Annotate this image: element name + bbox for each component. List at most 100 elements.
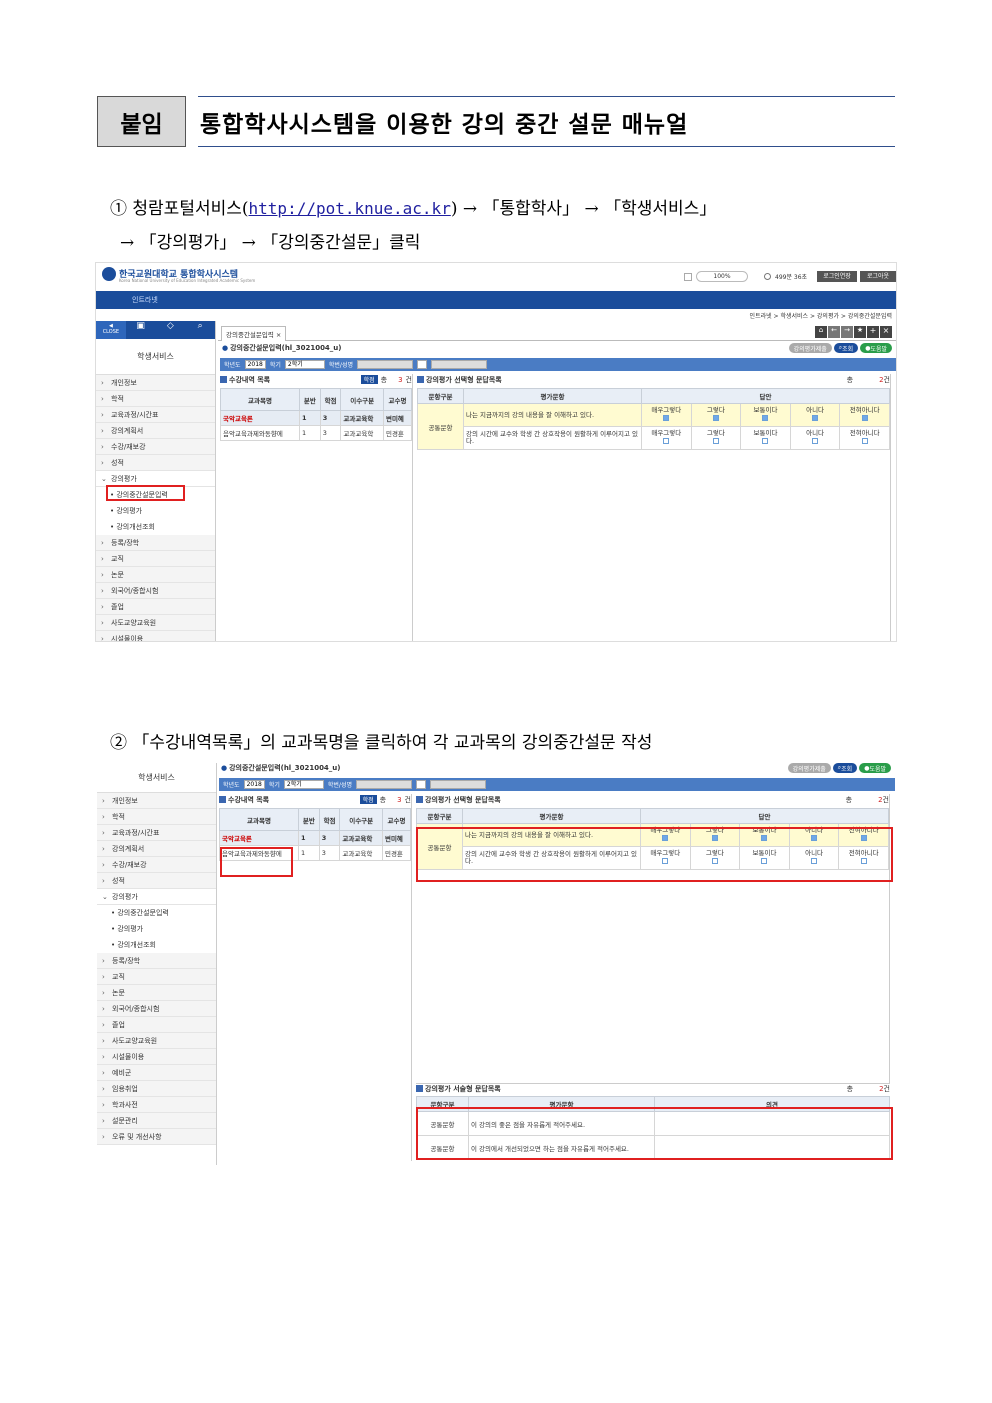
- extend-login-button[interactable]: 로그인연장: [817, 271, 857, 282]
- menu-item-0[interactable]: › 개인정보: [96, 375, 215, 391]
- menu-item-eval-2[interactable]: ⌄ 강의평가: [97, 889, 216, 905]
- menu-item-b-4[interactable]: › 졸업: [96, 599, 215, 615]
- menu-item-b-3[interactable]: › 외국어/종합시험: [96, 583, 215, 599]
- menu2-item-2[interactable]: › 교육과정/시간표: [97, 825, 216, 841]
- tab-midterm-survey[interactable]: 강의중간설문입력 ×: [221, 326, 287, 341]
- checkbox[interactable]: [663, 415, 670, 421]
- table-row[interactable]: 국악교육론 1 3 교과교육학 변미혜: [219, 410, 413, 426]
- checkbox[interactable]: [663, 438, 670, 444]
- course-cell[interactable]: 국악교육론: [218, 830, 300, 846]
- checkbox[interactable]: [861, 415, 868, 421]
- submenu-item-1[interactable]: • 강의평가: [96, 503, 215, 519]
- menu2-item-c-1[interactable]: › 임용취업: [97, 1081, 216, 1097]
- search-button[interactable]: ⌕ 조회: [833, 343, 859, 353]
- year-select[interactable]: 2018: [243, 780, 265, 789]
- menu2-item-b-2[interactable]: › 논문: [97, 985, 216, 1001]
- help-button[interactable]: ● 도움말: [860, 343, 892, 353]
- answer-option[interactable]: 그렇다: [690, 426, 742, 450]
- submenu-item-2[interactable]: • 강의개선조회: [96, 519, 215, 535]
- menu-item-b-2[interactable]: › 논문: [96, 567, 215, 583]
- checkbox[interactable]: [712, 415, 719, 421]
- student-name-input[interactable]: [431, 360, 487, 369]
- plus-icon[interactable]: +: [867, 326, 879, 338]
- clipboard-icon[interactable]: ▣: [126, 321, 156, 339]
- chevron-right-icon: ›: [102, 812, 105, 821]
- nav-intranet[interactable]: 인트라넷: [132, 295, 158, 305]
- search-icon[interactable]: ⌕: [416, 780, 426, 789]
- menu2-item-c-2[interactable]: › 학과사전: [97, 1097, 216, 1113]
- checkbox[interactable]: [712, 438, 719, 444]
- term-select[interactable]: 2학기: [284, 360, 325, 369]
- answer-option[interactable]: 매우그렇다: [641, 426, 692, 450]
- answer-option[interactable]: 전혀아니다: [839, 426, 890, 450]
- arrow-left-icon[interactable]: ←: [828, 326, 840, 338]
- tag-icon[interactable]: ◇: [156, 321, 186, 339]
- menu-label: • 강의개선조회: [111, 941, 156, 949]
- answer-option[interactable]: 그렇다: [690, 403, 742, 427]
- submenu2-item-1[interactable]: • 강의평가: [97, 921, 216, 937]
- menu-item-b-6[interactable]: › 시설물이용: [96, 631, 215, 641]
- search-icon[interactable]: ⌕: [185, 321, 215, 339]
- menu-item-5[interactable]: › 성적: [96, 455, 215, 471]
- menu2-item-4[interactable]: › 수강/재보강: [97, 857, 216, 873]
- student-name-input[interactable]: [430, 780, 486, 789]
- menu-item-4[interactable]: › 수강/재보강: [96, 439, 215, 455]
- menu2-item-b-3[interactable]: › 외국어/종합시험: [97, 1001, 216, 1017]
- zoom-control[interactable]: 100%: [696, 271, 748, 282]
- close-all-icon[interactable]: ×: [880, 326, 892, 338]
- student-id-input[interactable]: [356, 780, 412, 789]
- checkbox[interactable]: [812, 415, 819, 421]
- menu2-item-b-1[interactable]: › 교직: [97, 969, 216, 985]
- menu2-item-5[interactable]: › 성적: [97, 873, 216, 889]
- checkbox[interactable]: [762, 415, 769, 421]
- checkbox[interactable]: [812, 438, 819, 444]
- arrow-right-icon[interactable]: →: [841, 326, 853, 338]
- checkbox[interactable]: [861, 438, 868, 444]
- logout-button[interactable]: 로그아웃: [860, 271, 896, 282]
- credit-toggle[interactable]: 학점: [359, 795, 377, 804]
- menu2-item-0[interactable]: › 개인정보: [97, 793, 216, 809]
- print-button[interactable]: 강의평가제출: [788, 343, 832, 353]
- menu2-item-b-4[interactable]: › 졸업: [97, 1017, 216, 1033]
- submenu2-item-2[interactable]: • 강의개선조회: [97, 937, 216, 953]
- course-cell[interactable]: 국악교육론: [219, 410, 301, 426]
- menu-item-2[interactable]: › 교육과정/시간표: [96, 407, 215, 423]
- search-button[interactable]: ⌕ 조회: [832, 763, 858, 773]
- year-select[interactable]: 2018: [244, 360, 266, 369]
- sidebar-close-button[interactable]: ◀ CLOSE: [96, 321, 126, 339]
- menu2-item-3[interactable]: › 강의계획서: [97, 841, 216, 857]
- menu2-item-c-3[interactable]: › 설문관리: [97, 1113, 216, 1129]
- checkbox[interactable]: [762, 438, 769, 444]
- close-icon[interactable]: ×: [276, 331, 281, 339]
- submenu2-item-0[interactable]: • 강의중간설문입력: [97, 905, 216, 921]
- course-cell[interactable]: 음악교육과제와동향에: [219, 425, 301, 441]
- student-id-input[interactable]: [357, 360, 413, 369]
- answer-option[interactable]: 아니다: [789, 426, 841, 450]
- star-icon[interactable]: ★: [854, 326, 866, 338]
- menu-item-b-0[interactable]: › 등록/장학: [96, 535, 215, 551]
- menu2-item-b-6[interactable]: › 시설물이용: [97, 1049, 216, 1065]
- answer-option[interactable]: 매우그렇다: [641, 403, 692, 427]
- table-row[interactable]: 음악교육과제와동향에 1 3 교과교육학 민경훈: [219, 425, 413, 441]
- answer-option[interactable]: 보통이다: [740, 403, 791, 427]
- table-row[interactable]: 국악교육론 1 3 교과교육학 변미혜: [218, 830, 412, 846]
- menu2-item-c-0[interactable]: › 예비군: [97, 1065, 216, 1081]
- answer-option[interactable]: 전혀아니다: [839, 403, 890, 427]
- menu2-item-b-0[interactable]: › 등록/장학: [97, 953, 216, 969]
- menu-item-b-1[interactable]: › 교직: [96, 551, 215, 567]
- menu-item-3[interactable]: › 강의계획서: [96, 423, 215, 439]
- menu2-item-c-4[interactable]: › 오류 및 개선사항: [97, 1129, 216, 1145]
- home-icon[interactable]: ⌂: [815, 326, 827, 338]
- term-select[interactable]: 2학기: [283, 780, 324, 789]
- menu2-item-b-5[interactable]: › 사도교양교육원: [97, 1033, 216, 1049]
- print-button[interactable]: 강의평가제출: [787, 763, 831, 773]
- menu-item-b-5[interactable]: › 사도교양교육원: [96, 615, 215, 631]
- menu2-item-1[interactable]: › 학적: [97, 809, 216, 825]
- answer-option[interactable]: 아니다: [789, 403, 841, 427]
- search-icon[interactable]: ⌕: [417, 360, 427, 369]
- portal-url-link[interactable]: http://pot.knue.ac.kr: [249, 199, 451, 218]
- answer-option[interactable]: 보통이다: [740, 426, 791, 450]
- help-button[interactable]: ● 도움말: [859, 763, 891, 773]
- menu-item-1[interactable]: › 학적: [96, 391, 215, 407]
- credit-toggle[interactable]: 학점: [360, 375, 378, 384]
